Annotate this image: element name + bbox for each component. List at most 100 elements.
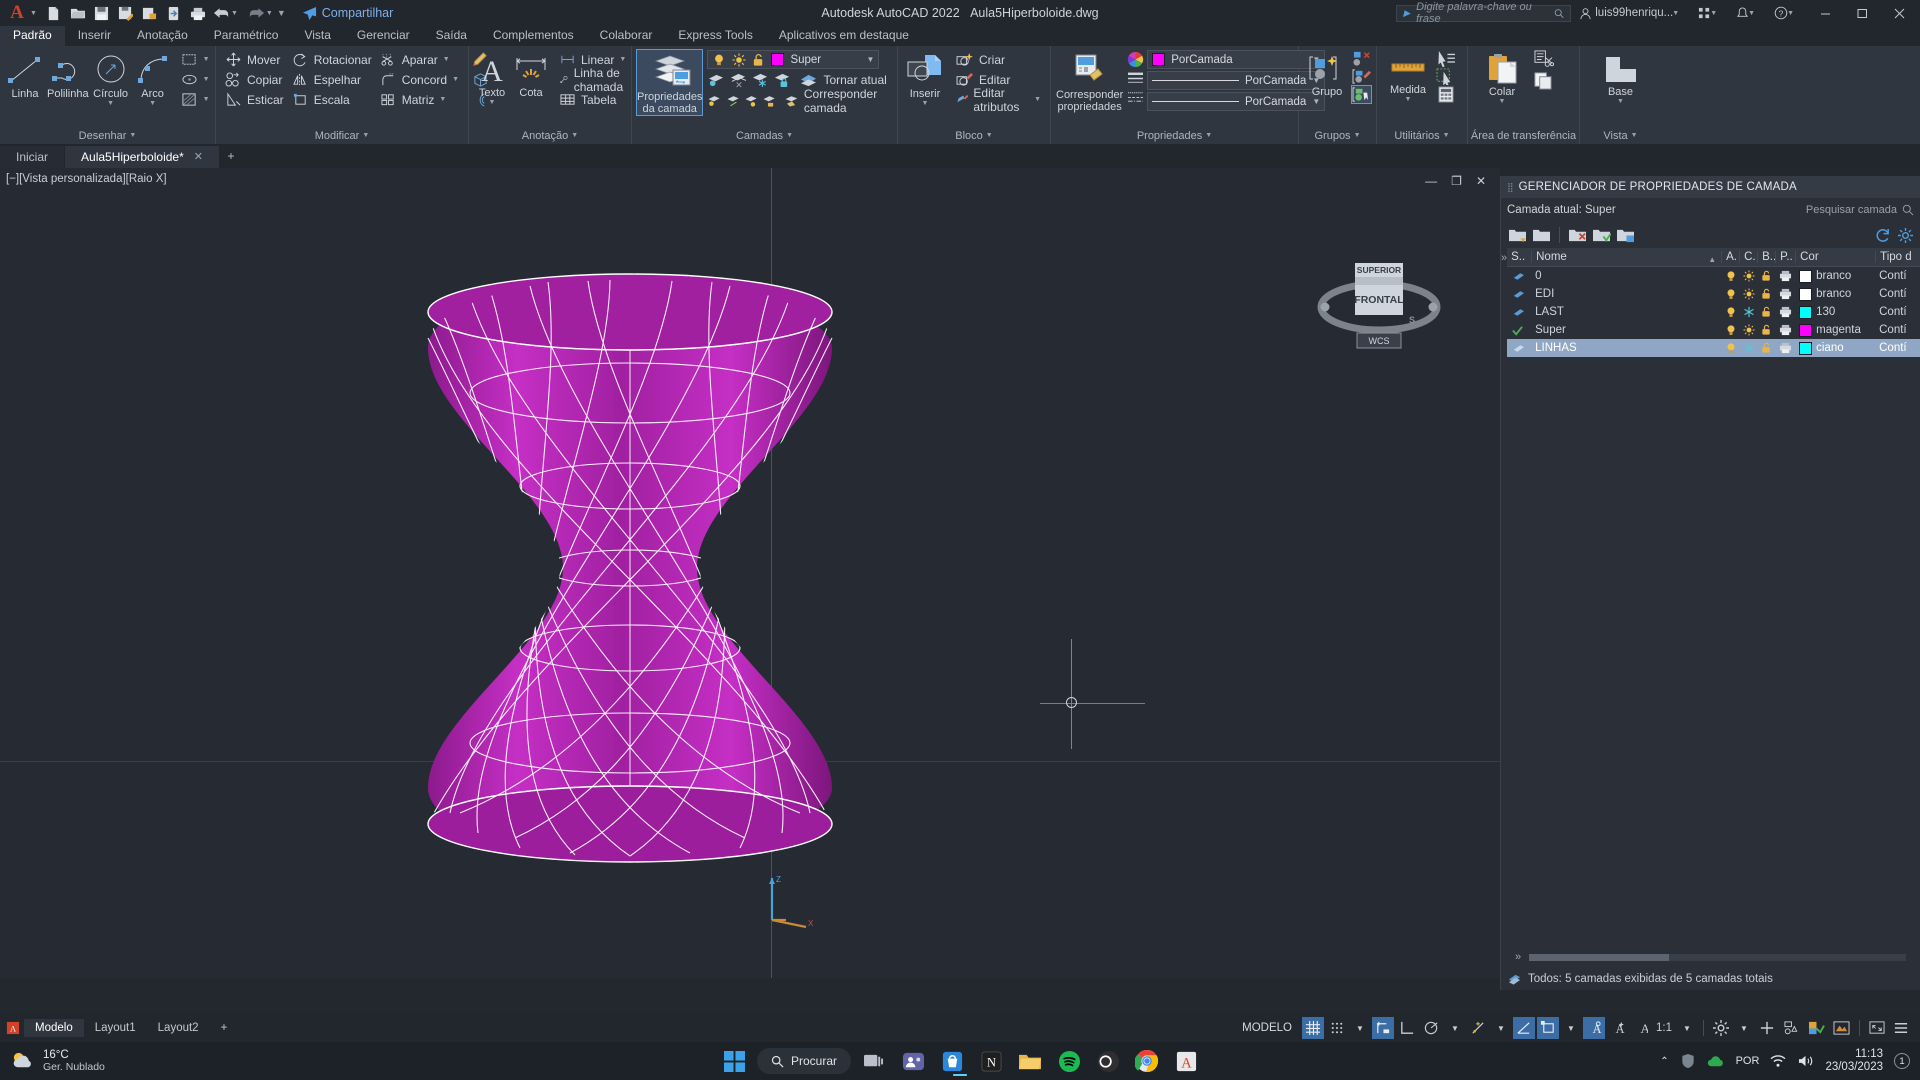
undo-icon[interactable]	[211, 2, 233, 24]
ribbon-tab-padrao[interactable]: Padrão	[0, 26, 65, 46]
scale-caret-icon[interactable]: ▼	[1677, 1017, 1697, 1039]
tool-esticar[interactable]: Esticar	[221, 90, 288, 109]
row-color[interactable]: ciano	[1795, 341, 1875, 355]
inserir-caret-icon[interactable]: ▼	[922, 100, 929, 108]
ribbon-tab-anotacao[interactable]: Anotação	[124, 26, 201, 46]
matriz-caret-icon[interactable]: ▼	[439, 96, 446, 103]
row-name[interactable]: EDI	[1531, 288, 1721, 300]
tool-polilinha[interactable]: Polilinha	[47, 50, 89, 100]
apps-caret-icon[interactable]: ▼	[1710, 10, 1717, 17]
row-color[interactable]: magenta	[1795, 323, 1875, 337]
workspace-switching-icon[interactable]	[1710, 1017, 1732, 1039]
row-color[interactable]: 130	[1795, 305, 1875, 319]
tool-circulo-caret-icon[interactable]: ▼	[107, 100, 114, 108]
row-linetype[interactable]: Contí	[1875, 288, 1920, 300]
annotation-scale-icon[interactable]: A	[1631, 1017, 1651, 1039]
annotation-scale-value[interactable]: 1:1	[1653, 1017, 1675, 1039]
close-window-button[interactable]	[1882, 0, 1916, 26]
row-plot-toggle[interactable]	[1775, 270, 1795, 282]
new-file-icon[interactable]	[43, 2, 65, 24]
store-icon[interactable]	[936, 1045, 968, 1077]
tool-criar-bloco[interactable]: Criar	[952, 50, 1045, 69]
row-color[interactable]: branco	[1795, 287, 1875, 301]
file-tab-iniciar[interactable]: Iniciar	[0, 146, 65, 168]
atributos-caret-icon[interactable]: ▼	[1034, 96, 1041, 103]
open-folder-icon[interactable]	[67, 2, 89, 24]
tool-arco-caret-icon[interactable]: ▼	[149, 100, 156, 108]
scrollbar-thumb[interactable]	[1529, 953, 1670, 961]
tool-arco[interactable]: Arco ▼	[133, 50, 173, 108]
tool-mover[interactable]: Mover	[221, 50, 288, 69]
col-header-tipo[interactable]: Tipo d	[1875, 251, 1920, 263]
hachura-caret-icon[interactable]: ▼	[203, 96, 210, 103]
add-layout-button[interactable]: +	[210, 1019, 239, 1037]
file-tab-aula5hiperboloide[interactable]: Aula5Hiperboloide* ✕	[65, 146, 219, 168]
ribbon-tab-inserir[interactable]: Inserir	[65, 26, 124, 46]
layer-search-input[interactable]: Pesquisar camada	[1806, 204, 1914, 216]
tool-escala[interactable]: Escala	[288, 90, 376, 109]
user-account-button[interactable]: luis99henriqu... ▼	[1574, 2, 1690, 24]
col-header-c[interactable]: C.	[1739, 251, 1757, 263]
row-linetype[interactable]: Contí	[1875, 270, 1920, 282]
row-name[interactable]: Super	[1531, 324, 1721, 336]
dynamic-ucs-toggle[interactable]	[1537, 1017, 1559, 1039]
tool-elipse[interactable]: ▼	[177, 70, 214, 89]
row-freeze-toggle[interactable]	[1739, 342, 1757, 354]
spotify-icon[interactable]	[1053, 1045, 1085, 1077]
row-linetype[interactable]: Contí	[1875, 324, 1920, 336]
task-view-icon[interactable]	[858, 1045, 890, 1077]
col-header-nome[interactable]: Nome ▲	[1531, 251, 1721, 263]
shield-icon[interactable]	[1680, 1053, 1696, 1069]
row-color[interactable]: branco	[1795, 269, 1875, 283]
elipse-caret-icon[interactable]: ▼	[203, 76, 210, 83]
user-caret-icon[interactable]: ▼	[1672, 10, 1679, 17]
status-bar-menu-icon[interactable]	[1890, 1017, 1912, 1039]
row-plot-toggle[interactable]	[1775, 306, 1795, 318]
layer-filter-expander-bottom[interactable]: »	[1515, 951, 1521, 963]
new-file-tab-button[interactable]: +	[220, 146, 242, 168]
redo-caret-icon[interactable]: ▼	[266, 10, 273, 17]
tool-espelhar[interactable]: Espelhar	[288, 70, 376, 89]
tool-aparar[interactable]: Aparar ▼	[376, 50, 463, 69]
start-icon[interactable]	[718, 1045, 750, 1077]
tool-hachura[interactable]: ▼	[177, 90, 214, 109]
layout-tab-modelo[interactable]: Modelo	[24, 1019, 84, 1037]
app-menu-caret-icon[interactable]: ▼	[30, 10, 37, 17]
space-toggle[interactable]: MODELO	[1234, 1022, 1300, 1034]
row-freeze-toggle[interactable]	[1739, 324, 1757, 336]
weather-widget[interactable]: 16°C Ger. Nublado	[0, 1049, 105, 1073]
row-name[interactable]: 0	[1531, 270, 1721, 282]
hardware-acceleration-icon[interactable]	[1756, 1017, 1778, 1039]
redo-icon[interactable]	[246, 2, 268, 24]
layer-manager-title-bar[interactable]: ⣿ GERENCIADOR DE PROPRIEDADES DE CAMADA	[1501, 176, 1920, 198]
row-on-toggle[interactable]	[1721, 306, 1739, 319]
retangulo-caret-icon[interactable]: ▼	[203, 56, 210, 63]
osnap-caret-icon[interactable]: ▼	[1491, 1017, 1511, 1039]
row-on-toggle[interactable]	[1721, 270, 1739, 283]
row-plot-toggle[interactable]	[1775, 288, 1795, 300]
tool-base[interactable]: Base ▼	[1591, 50, 1651, 106]
tool-corresponder-camada[interactable]: Corresponder camada	[780, 87, 901, 115]
help-search-input[interactable]: ▶ Digite palavra-chave ou frase	[1396, 1, 1572, 25]
tool-copiar[interactable]: Copiar	[221, 70, 288, 89]
help-button[interactable]: ? ▼	[1769, 2, 1805, 24]
file-tab-close-icon[interactable]: ✕	[194, 146, 203, 168]
hyperboloid-model[interactable]	[0, 168, 1500, 978]
ribbon-tab-express-tools[interactable]: Express Tools	[665, 26, 765, 46]
row-plot-toggle[interactable]	[1775, 324, 1795, 336]
object-snap-toggle[interactable]	[1467, 1017, 1489, 1039]
texto-caret-icon[interactable]: ▼	[489, 99, 496, 107]
taskbar-clock[interactable]: 11:13 23/03/2023	[1825, 1048, 1883, 1074]
print-icon[interactable]	[187, 2, 209, 24]
row-freeze-toggle[interactable]	[1739, 270, 1757, 282]
autocad-logo-icon[interactable]: A	[0, 2, 34, 24]
layer-grid-hscrollbar[interactable]: »	[1501, 946, 1920, 968]
set-current-icon[interactable]	[1592, 227, 1611, 244]
obs-icon[interactable]	[1092, 1045, 1124, 1077]
base-caret-icon[interactable]: ▼	[1617, 98, 1624, 106]
customize-qat-icon[interactable]: ▼	[277, 8, 286, 18]
tool-circulo[interactable]: Círculo ▼	[91, 50, 131, 108]
minimize-window-button[interactable]	[1808, 0, 1842, 26]
polar-caret-icon[interactable]: ▼	[1445, 1017, 1465, 1039]
file-explorer-icon[interactable]	[1014, 1045, 1046, 1077]
